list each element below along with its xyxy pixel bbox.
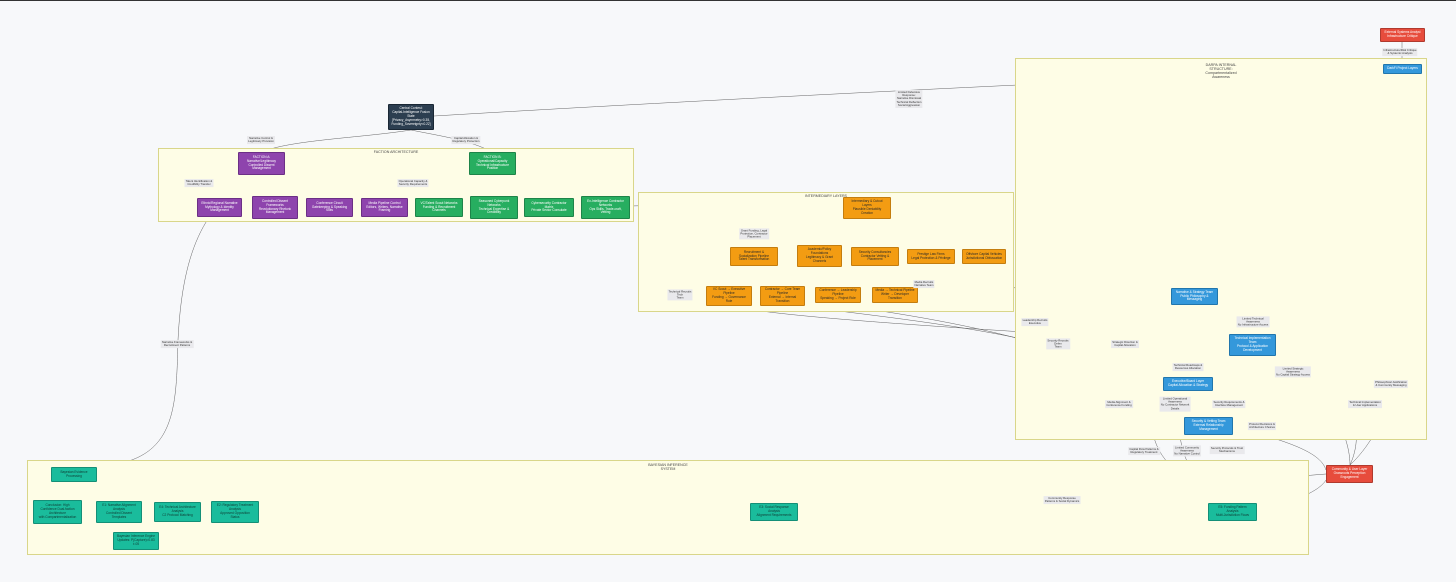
- offshore-capital-node[interactable]: Offshore Capital Vehicles Jurisdictional…: [962, 249, 1006, 264]
- cluster-title: FACTION ARCHITECTURE: [373, 150, 419, 154]
- edge-label: Operational Capacity & Security Requirem…: [397, 178, 429, 187]
- darkfi-project-layers-node[interactable]: DarkFi Project Layers: [1383, 64, 1422, 74]
- evidence-e3-node[interactable]: E3: Social Response Analysis Alignment R…: [750, 503, 798, 521]
- edge-label: Limited Technical Awareness No Infrastru…: [1236, 315, 1270, 328]
- evidence-e1-node[interactable]: E1: Narrative Alignment Analysis Control…: [96, 501, 142, 523]
- edge-label: Narrative Frameworks & Recruitment Patte…: [160, 339, 194, 348]
- edge-label: Community Response Patterns & Social Dyn…: [1043, 495, 1081, 504]
- edge-label: Narrative Control & Legitimacy Provision: [246, 135, 276, 144]
- edge-label: Protocol Decisions & Architecture Choice…: [1247, 421, 1277, 430]
- recruitment-pipeline-node[interactable]: Recruitment & Socialization Pipeline Tal…: [730, 247, 778, 266]
- edge-label: Infrastructure/Risk Critique & Systemic …: [1382, 47, 1418, 56]
- cybersecurity-contractor-node[interactable]: Cybersecurity Contractor Matrix Private …: [524, 198, 574, 217]
- edge-label: Technical Implementation & User Applicat…: [1348, 399, 1382, 408]
- flowchart-canvas: FACTION ARCHITECTURE INTERMEDIARY LAYERS…: [0, 0, 1456, 582]
- evidence-e2-node[interactable]: E2: Regulatory Treatment Analysis Approv…: [211, 501, 259, 523]
- ex-intel-contractor-node[interactable]: Ex-Intelligence Contractor Networks Ops …: [581, 196, 630, 219]
- edge-label: Limited Strategic Awareness No Capital S…: [1274, 365, 1312, 378]
- controlled-dissent-node[interactable]: Controlled Dissent Frameworks Revolution…: [252, 196, 298, 219]
- edge-label: Technical Roadmaps & Resources Allocatio…: [1172, 362, 1204, 371]
- contractor-pipeline-node[interactable]: Contractor → Core Team Pipeline External…: [760, 286, 805, 306]
- faction-a-node[interactable]: FACTION A: Narrative/Legitimacy Controll…: [238, 152, 285, 175]
- prestige-law-firms-node[interactable]: Prestige Law Firms Legal Protection & Pr…: [907, 249, 955, 264]
- community-user-layer-node[interactable]: Community & User Layer Grassroots Percep…: [1326, 465, 1373, 483]
- edge-label: Leadership Recruits Executive: [1021, 317, 1049, 326]
- faction-b-node[interactable]: FACTION B: Operational/Capacity Technica…: [469, 152, 516, 175]
- ethnic-narrative-node[interactable]: Ethnic/Regional Narrative Mythology & Id…: [197, 198, 242, 217]
- edge-label: Talent Identification & Credibility Tran…: [184, 178, 214, 187]
- security-consultancies-node[interactable]: Security Consultancies Contractor Vettin…: [851, 247, 899, 266]
- edge-label: Capital Flow Patterns & Regulatory Treat…: [1128, 446, 1160, 455]
- edge-label: Security Requirements & Interface Manage…: [1212, 399, 1246, 408]
- bayesian-evidence-hub-node[interactable]: Bayesian Evidence Processing: [51, 467, 97, 482]
- edge-label: Media Recruits Narrative Team: [913, 279, 935, 288]
- edge-label: Strategic Direction & Capital Allocation: [1111, 339, 1139, 348]
- conference-circuit-node[interactable]: Conference Circuit Gatekeeping & Speakin…: [306, 198, 353, 217]
- cyberpunk-networks-node[interactable]: Seasoned Cyberpunk Networks Technical Ex…: [470, 196, 518, 219]
- edge-label: Limited Community Awareness No Narrative…: [1173, 444, 1201, 457]
- vc-scout-pipeline-node[interactable]: VC Scout → Executive Pipeline Funding → …: [706, 286, 752, 306]
- technical-implementation-node[interactable]: Technical Implementation Team Protocol &…: [1229, 334, 1276, 356]
- edge-label: Philosophical Justification & Community …: [1373, 379, 1409, 388]
- inference-engine-node[interactable]: Bayesian Inference Engine Updates: P(Cap…: [113, 532, 159, 550]
- edge-label: Security Protocols & Trust Mechanisms: [1209, 445, 1245, 454]
- central-contest-node[interactable]: Central Contest: Capital-Intelligence Fu…: [388, 104, 434, 130]
- cluster-title: BAYESIAN INFERENCE SYSTEM: [648, 463, 688, 471]
- edge-label: Capital Allocation & Regulatory Protecti…: [451, 135, 481, 144]
- evidence-e4-node[interactable]: E4: Technical Architecture Analysis C2 P…: [154, 502, 201, 522]
- evidence-e5-node[interactable]: E5: Funding Pattern Analysis Multi-Juris…: [1208, 503, 1257, 521]
- media-pipeline-node[interactable]: Media Pipeline Control Editors, Writers,…: [361, 198, 408, 217]
- external-analyst-node[interactable]: External Systems Analyst Infrastructure …: [1380, 28, 1425, 42]
- cluster-title: DARPA INTERNAL STRUCTURE: Compartmentali…: [1205, 63, 1237, 79]
- edge-label: Limited Defensive Response: Narrative Di…: [895, 89, 923, 109]
- conference-leadership-node[interactable]: Conference → Leadership Pipeline Speakin…: [815, 287, 861, 303]
- edge-label: Technical Recruits Tech Team: [667, 288, 693, 301]
- conclusion-node[interactable]: Conclusion: High Confidence Dual-faction…: [33, 500, 82, 524]
- edge-label: Media Alignment & Conference Funding: [1105, 399, 1133, 408]
- academic-policy-node[interactable]: Academic/Policy Foundations Legitimacy &…: [797, 245, 842, 267]
- vc-talent-scout-node[interactable]: VC/Talent Scout Networks Funding & Recru…: [415, 198, 463, 217]
- edge-label: Limited Operational Awareness No Contrac…: [1159, 396, 1191, 412]
- narrative-strategy-team-node[interactable]: Narrative & Strategy Team Public Philoso…: [1171, 288, 1218, 305]
- edge-label: Security Recruits Defen Team: [1046, 337, 1070, 350]
- security-vetting-team-node[interactable]: Security & Vetting Team External Relatio…: [1184, 417, 1233, 435]
- executive-board-node[interactable]: Executive/Board Layer Capital Allocation…: [1163, 377, 1213, 391]
- intermediary-cutout-node[interactable]: Intermediary & Cutout Layers Plausible D…: [843, 197, 891, 219]
- cluster-darpa-internal-structure: DARPA INTERNAL STRUCTURE: Compartmentali…: [1015, 58, 1427, 440]
- edge-label: Grant Funding, Legal Protection, Contrac…: [739, 227, 769, 240]
- media-technical-node[interactable]: Media → Technical Pipeline Writer → Deve…: [872, 287, 918, 303]
- cluster-title: INTERMEDIARY LAYERS: [805, 194, 847, 198]
